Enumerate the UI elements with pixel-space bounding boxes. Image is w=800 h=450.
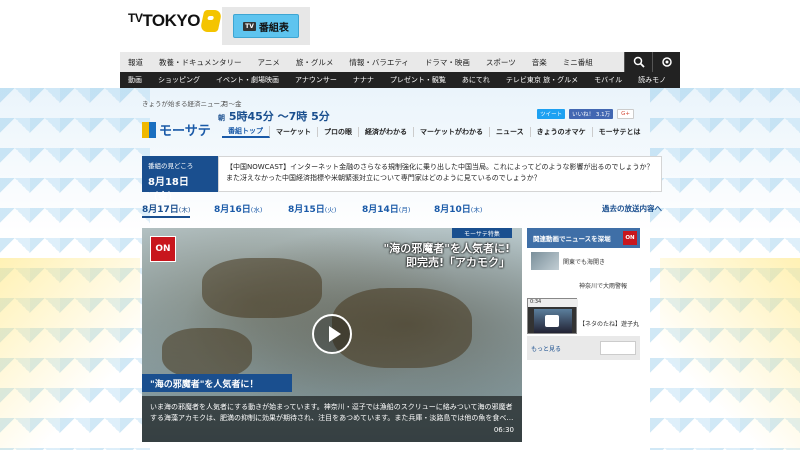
highlight-label: 番組の見どころ	[148, 162, 194, 170]
video-scene	[162, 328, 252, 378]
guide-button-container: TV 番組表	[222, 7, 310, 45]
date-tab[interactable]: 8月17日(木)	[142, 202, 191, 218]
nav-item[interactable]: 教養・ドキュメンタリー	[151, 57, 250, 68]
nav-item[interactable]: アナウンサー	[287, 75, 345, 85]
preview-timestamp: 0:34	[528, 299, 578, 307]
left-yellow-decoration	[0, 258, 140, 450]
nav-item[interactable]: 報道	[120, 57, 151, 68]
video-badge: モーサテ特集	[452, 228, 512, 238]
secondary-nav: 動画 ショッピング イベント・劇場映画 アナウンサー ナナナ プレゼント・観覧 …	[120, 72, 680, 88]
video-description: いま海の邪魔者を人気者にする動きが始まっています。神奈川・逗子では漁船のスクリュ…	[142, 396, 522, 442]
subnav-item[interactable]: モーサテとは	[593, 127, 647, 137]
primary-nav: 報道 教養・ドキュメンタリー アニメ 旅・グルメ 情報・バラエティ ドラマ・映画…	[120, 52, 680, 72]
on-logo-icon: ON	[150, 236, 176, 262]
social-buttons: ツイート いいね！ 3.1万 G+	[537, 109, 634, 119]
video-preview-popup[interactable]: 0:34	[527, 298, 578, 334]
video-title[interactable]: "海の邪魔者"を人気者に！	[142, 374, 292, 392]
nav-item[interactable]: モバイル	[586, 75, 630, 85]
nav-item[interactable]: 旅・グルメ	[288, 57, 342, 68]
date-tab[interactable]: 8月10日(木)	[434, 202, 482, 215]
program-name: モーサテ	[159, 124, 211, 139]
date-tab[interactable]: 8月15日(火)	[288, 202, 336, 215]
logo-prefix: TV	[128, 11, 143, 25]
highlight-date: 8月18日（金）	[148, 177, 189, 203]
highlight-date-box: 番組の見どころ 8月18日（金）	[142, 156, 218, 203]
subnav-item-top[interactable]: 番組トップ	[222, 126, 270, 138]
nav-item[interactable]: 動画	[120, 75, 150, 85]
video-duration: 06:30	[493, 426, 514, 434]
logo-mark-icon	[199, 10, 223, 32]
preview-play-icon[interactable]	[545, 315, 559, 327]
video-thumbnail	[531, 252, 559, 270]
program-time: 朝 5時45分 ～7時 5分	[218, 110, 330, 123]
program-logo-icon	[142, 121, 156, 138]
tv-icon: TV	[243, 21, 256, 31]
nav-item[interactable]: 情報・バラエティ	[341, 57, 417, 68]
nav-item[interactable]: テレビ東京 旅・グルメ	[498, 75, 586, 85]
nav-tools	[624, 52, 680, 72]
nav-item[interactable]: 読みモノ	[630, 75, 674, 85]
nav-item[interactable]: スポーツ	[478, 57, 524, 68]
program-logo[interactable]: モーサテ	[142, 120, 211, 139]
program-days: 月～金	[222, 100, 242, 108]
tv-guide-label: 番組表	[258, 22, 289, 34]
play-icon[interactable]	[312, 314, 352, 354]
date-tabs: 8月17日(木) 8月16日(水) 8月15日(火) 8月14日(月) 8月10…	[142, 202, 662, 218]
tweet-button[interactable]: ツイート	[537, 109, 566, 119]
facebook-like-button[interactable]: いいね！ 3.1万	[569, 109, 614, 119]
subnav-item[interactable]: きょうのオマケ	[531, 127, 593, 137]
subnav-item[interactable]: マーケットがわかる	[414, 127, 490, 137]
related-videos-list: 関東でも海開き 神奈川で大雨警報 【ネタのたね】遊子丸 0:34	[527, 248, 640, 336]
on-logo-icon: ON	[623, 231, 637, 245]
gear-icon	[661, 57, 672, 67]
related-videos-header: 関連動画でニュースを深堀 ON	[527, 228, 640, 248]
program-tagline: きょうが始まる経済ニュース	[142, 100, 227, 108]
search-icon	[633, 56, 645, 68]
logo-text: TOKYO	[142, 11, 200, 30]
settings-button[interactable]	[652, 52, 680, 72]
site-header: TVTOKYO TV 番組表	[0, 0, 800, 50]
nav-item[interactable]: アニメ	[250, 57, 288, 68]
footer-banner[interactable]	[600, 341, 636, 355]
nav-item[interactable]: イベント・劇場映画	[208, 75, 287, 85]
subnav-item[interactable]: プロの眼	[318, 127, 359, 137]
nav-item[interactable]: ミニ番組	[555, 57, 601, 68]
related-videos-title: 関連動画でニュースを深堀	[533, 235, 611, 243]
video-caption: "海の邪魔者"を人気者に! 即完売!「アカモク」	[383, 242, 510, 269]
nav-item[interactable]: ナナナ	[345, 75, 382, 85]
more-link[interactable]: もっと見る	[531, 344, 561, 353]
related-video-item[interactable]: 【ネタのたね】遊子丸	[579, 312, 640, 334]
video-scene	[332, 288, 472, 368]
nav-item[interactable]: プレゼント・観覧	[382, 75, 454, 85]
search-button[interactable]	[624, 52, 652, 72]
related-video-item[interactable]: 関東でも海開き	[527, 250, 640, 272]
main-video-player[interactable]: ON モーサテ特集 "海の邪魔者"を人気者に! 即完売!「アカモク」 "海の邪魔…	[142, 228, 522, 442]
subnav-item[interactable]: マーケット	[270, 127, 318, 137]
related-videos-panel: 関連動画でニュースを深堀 ON 関東でも海開き 神奈川で大雨警報 【ネタのたね】…	[527, 228, 640, 336]
tv-tokyo-logo[interactable]: TVTOKYO	[128, 10, 223, 32]
past-broadcasts-link[interactable]: 過去の放送内容へ	[602, 203, 662, 214]
right-yellow-decoration	[660, 258, 800, 450]
date-tab[interactable]: 8月14日(月)	[362, 202, 410, 215]
nav-item[interactable]: あにてれ	[454, 75, 498, 85]
subnav-item[interactable]: 経済がわかる	[359, 127, 414, 137]
nav-item[interactable]: 音楽	[524, 57, 555, 68]
tv-guide-button[interactable]: TV 番組表	[233, 14, 299, 38]
google-plus-button[interactable]: G+	[617, 109, 634, 119]
related-video-item[interactable]: 神奈川で大雨警報	[579, 274, 640, 296]
subnav-item[interactable]: ニュース	[490, 127, 531, 137]
program-highlight: 番組の見どころ 8月18日（金） 【中国NOWCAST】インターネット金融のさら…	[142, 156, 662, 203]
video-scene	[202, 258, 322, 318]
related-videos-footer: もっと見る	[527, 336, 640, 360]
program-subnav: 番組トップ マーケット プロの眼 経済がわかる マーケットがわかる ニュース き…	[222, 126, 647, 138]
nav-item[interactable]: ドラマ・映画	[417, 57, 478, 68]
nav-item[interactable]: ショッピング	[150, 75, 208, 85]
highlight-text[interactable]: 【中国NOWCAST】インターネット金融のさらなる規制強化に乗り出した中国当局。…	[218, 156, 662, 192]
date-tab[interactable]: 8月16日(水)	[214, 202, 262, 215]
